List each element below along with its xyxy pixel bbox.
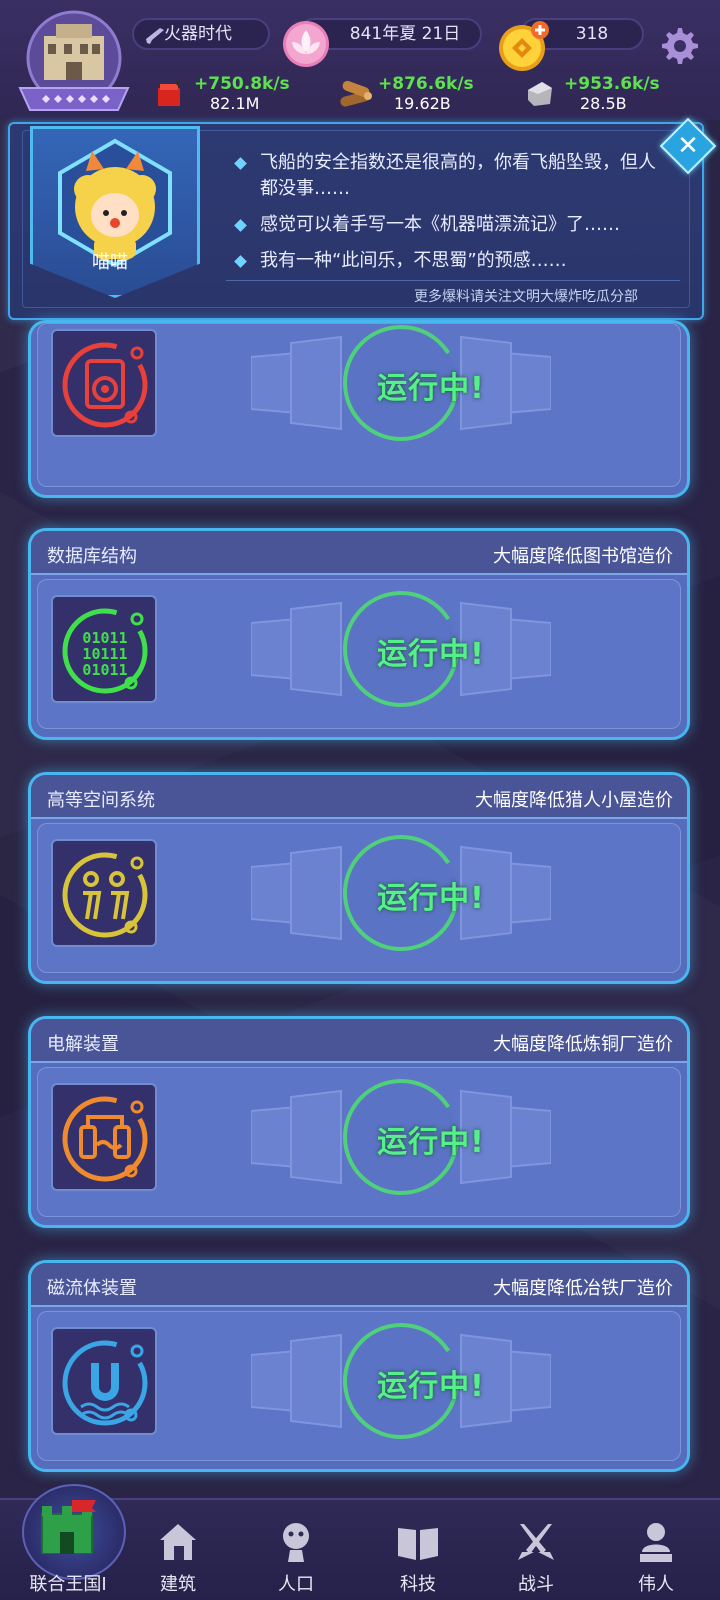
nav-tab-great-people[interactable]: 伟人	[596, 1506, 716, 1598]
tech-card-header: 磁流体装置 大幅度降低冶铁厂造价	[31, 1263, 687, 1307]
nav-label: 联合王国I	[29, 1574, 107, 1595]
tech-title: 电解装置	[47, 1034, 119, 1055]
book-icon	[398, 1528, 438, 1560]
house-icon	[160, 1524, 196, 1560]
tech-card-header: 高等空间系统 大幅度降低猎人小屋造价	[31, 775, 687, 819]
tech-icon-box	[51, 1327, 157, 1435]
notice-line: 飞船的安全指数还是很高的，你看飞船坠毁，但人都没事……	[232, 150, 672, 202]
tech-effect: 大幅度降低冶铁厂造价	[493, 1278, 673, 1299]
person-icon	[283, 1523, 309, 1562]
tech-card[interactable]: 电解装置 大幅度降低炼铜厂造价运行中!	[28, 1016, 690, 1228]
crossed-swords-icon	[518, 1524, 554, 1560]
era-label: 火器时代	[164, 24, 232, 44]
tech-title: 数据库结构	[47, 546, 137, 567]
close-icon: ✕	[677, 131, 699, 161]
food-amount: 82.1M	[210, 94, 260, 113]
nav-tab-battle[interactable]: 战斗	[476, 1506, 596, 1598]
notice-footer-link[interactable]: 更多爆料请关注文明大爆炸吃瓜分部	[414, 286, 680, 306]
bust-icon	[640, 1523, 672, 1562]
stone-block-icon	[528, 82, 552, 106]
date-label: 841年夏 21日	[349, 24, 461, 44]
food-rate: +750.8k/s	[194, 74, 290, 94]
nav-label: 战斗	[518, 1574, 554, 1595]
wood-logs-icon	[340, 80, 372, 107]
tech-icon-box	[51, 1083, 157, 1191]
tech-icon-box	[51, 839, 157, 947]
wood-amount: 19.62B	[394, 94, 451, 113]
notice-lines: 飞船的安全指数还是很高的，你看飞船坠毁，但人都没事…… 感觉可以着手写一本《机器…	[232, 150, 672, 284]
tech-card[interactable]: 磁流体装置 大幅度降低冶铁厂造价运行中!	[28, 1260, 690, 1472]
lotus-icon[interactable]	[280, 20, 332, 68]
tech-title: 磁流体装置	[47, 1278, 137, 1299]
tech-icon-box	[51, 329, 157, 437]
nav-label: 建筑	[160, 1574, 196, 1595]
running-status: 运行中!	[377, 371, 485, 406]
tech-card[interactable]: 运行中!	[28, 320, 690, 498]
tech-effect: 大幅度降低图书馆造价	[493, 546, 673, 567]
magnet-icon	[53, 1340, 157, 1439]
electrolysis-icon	[53, 1096, 157, 1195]
running-status: 运行中!	[377, 1369, 485, 1404]
musket-icon	[146, 28, 164, 44]
nav-tab-kingdom[interactable]: 联合王国I	[8, 1484, 128, 1598]
gold-coin-add-icon[interactable]	[496, 18, 552, 74]
top-hud: 火器时代 841年夏 21日 318 +750.8k/s 82.1M +876.…	[0, 0, 720, 120]
tech-card[interactable]: 高等空间系统 大幅度降低猎人小屋造价运行中!	[28, 772, 690, 984]
nav-tab-technology[interactable]: 科技	[358, 1506, 478, 1598]
nav-label: 伟人	[638, 1574, 674, 1595]
nav-tab-population[interactable]: 人口	[236, 1506, 356, 1598]
space-system-icon	[53, 852, 157, 951]
nav-tab-buildings[interactable]: 建筑	[118, 1506, 238, 1598]
stone-amount: 28.5B	[580, 94, 627, 113]
kingdom-emblem-icon[interactable]	[14, 10, 138, 120]
speaker-name: 喵喵	[92, 252, 128, 273]
nav-label: 科技	[400, 1574, 436, 1595]
castle-icon	[41, 1500, 96, 1554]
tech-card-header: 数据库结构 大幅度降低图书馆造价	[31, 531, 687, 575]
settings-gear-icon[interactable]	[660, 26, 700, 66]
food-crate-icon	[158, 80, 180, 106]
bottom-navigation: 联合王国I 建筑 人口 科技 战斗 伟人	[0, 1484, 720, 1600]
speaker-icon	[53, 342, 157, 441]
wood-rate: +876.6k/s	[378, 74, 474, 94]
notice-divider	[226, 280, 680, 281]
tech-effect: 大幅度降低猎人小屋造价	[475, 790, 673, 811]
running-status: 运行中!	[377, 1125, 485, 1160]
tech-card-header: 电解装置 大幅度降低炼铜厂造价	[31, 1019, 687, 1063]
running-status: 运行中!	[377, 637, 485, 672]
binary-data-icon: 01011 10111 01011	[53, 608, 157, 707]
svg-text:01011: 01011	[82, 661, 127, 679]
running-status: 运行中!	[377, 881, 485, 916]
era-indicator[interactable]: 火器时代	[132, 18, 270, 50]
nav-label: 人口	[278, 1574, 314, 1595]
coin-amount: 318	[575, 24, 609, 44]
notice-line: 我有一种“此间乐，不思蜀”的预感……	[232, 248, 672, 274]
tech-title: 高等空间系统	[47, 790, 155, 811]
tech-card[interactable]: 数据库结构 大幅度降低图书馆造价 01011 10111 01011 运行中!	[28, 528, 690, 740]
stone-rate: +953.6k/s	[564, 74, 660, 94]
tech-effect: 大幅度降低炼铜厂造价	[493, 1034, 673, 1055]
tech-icon-box: 01011 10111 01011	[51, 595, 157, 703]
notice-line: 感觉可以着手写一本《机器喵漂流记》了……	[232, 212, 672, 238]
